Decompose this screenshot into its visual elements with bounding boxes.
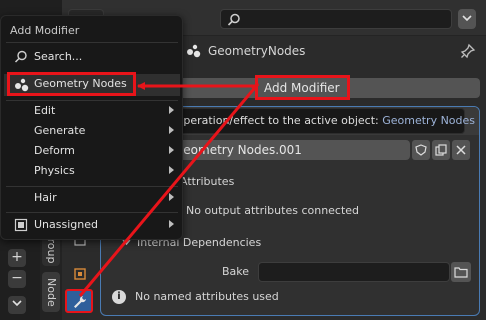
- tab-node[interactable]: Node: [42, 272, 60, 312]
- tooltip-highlight: Geometry Nodes: [382, 114, 476, 127]
- search-icon: [227, 13, 240, 26]
- unassigned-icon: [14, 218, 28, 232]
- unlink-button[interactable]: [452, 140, 470, 160]
- geometry-nodes-icon: [186, 43, 202, 59]
- named-attributes-info: No named attributes used: [135, 290, 279, 303]
- add-item-button[interactable]: +: [8, 249, 26, 267]
- menu-item-unassigned[interactable]: Unassigned: [4, 215, 180, 235]
- attributes-subpanel-header[interactable]: Attributes: [180, 175, 234, 188]
- submenu-arrow-icon: [169, 126, 174, 134]
- menu-item-label: Physics: [34, 164, 75, 177]
- fake-user-button[interactable]: [412, 140, 430, 160]
- submenu-arrow-icon: [169, 193, 174, 201]
- search-icon: [14, 50, 27, 63]
- submenu-arrow-icon: [169, 220, 174, 228]
- menu-item-generate[interactable]: Generate: [4, 121, 180, 141]
- shield-icon: [415, 144, 427, 156]
- modifiers-tab-button[interactable]: [65, 289, 93, 313]
- submenu-arrow-icon: [169, 106, 174, 114]
- node-group-name: Geometry Nodes.001: [174, 143, 302, 157]
- menu-item-label: Generate: [34, 124, 86, 137]
- pin-icon[interactable]: [460, 43, 476, 59]
- bake-label: Bake: [222, 265, 250, 278]
- menu-item-label: Hair: [34, 191, 57, 204]
- highlight-box-add-modifier: [255, 75, 350, 100]
- menu-item-label: Unassigned: [34, 218, 98, 231]
- chevron-down-icon: [462, 15, 472, 22]
- menu-divider: [6, 186, 178, 187]
- chevron-down-icon: [12, 300, 22, 307]
- menu-item-deform[interactable]: Deform: [4, 141, 180, 161]
- menu-item-label: Edit: [34, 104, 56, 117]
- highlight-box-geometry-nodes: [7, 72, 136, 96]
- expand-button[interactable]: [8, 296, 26, 314]
- bake-path-input[interactable]: [258, 262, 450, 282]
- menu-divider: [6, 212, 178, 213]
- menu-item-edit[interactable]: Edit: [4, 101, 180, 121]
- header-dropdown-button[interactable]: [458, 9, 476, 29]
- menu-item-physics[interactable]: Physics: [4, 161, 180, 181]
- submenu-arrow-icon: [169, 166, 174, 174]
- object-data-icon[interactable]: [72, 266, 88, 282]
- bake-browse-button[interactable]: [451, 262, 471, 282]
- menu-item-search[interactable]: Search...: [4, 47, 180, 67]
- menu-item-hair[interactable]: Hair: [4, 188, 180, 208]
- menu-title: Add Modifier: [10, 24, 80, 37]
- chevron-down-icon: [122, 239, 131, 246]
- menu-divider: [6, 42, 178, 43]
- menu-item-label: Deform: [34, 144, 75, 157]
- close-icon: [456, 145, 466, 155]
- remove-item-button[interactable]: −: [8, 270, 26, 288]
- menu-item-label: Search...: [34, 50, 83, 63]
- folder-icon: [454, 267, 468, 278]
- wrench-icon: [74, 296, 86, 308]
- context-title: GeometryNodes: [208, 44, 306, 58]
- duplicate-icon: [435, 144, 447, 156]
- duplicate-button[interactable]: [432, 140, 450, 160]
- info-icon: i: [112, 290, 126, 304]
- submenu-arrow-icon: [169, 146, 174, 154]
- properties-search-input[interactable]: [220, 9, 452, 29]
- outputs-status-text: No output attributes connected: [186, 204, 360, 217]
